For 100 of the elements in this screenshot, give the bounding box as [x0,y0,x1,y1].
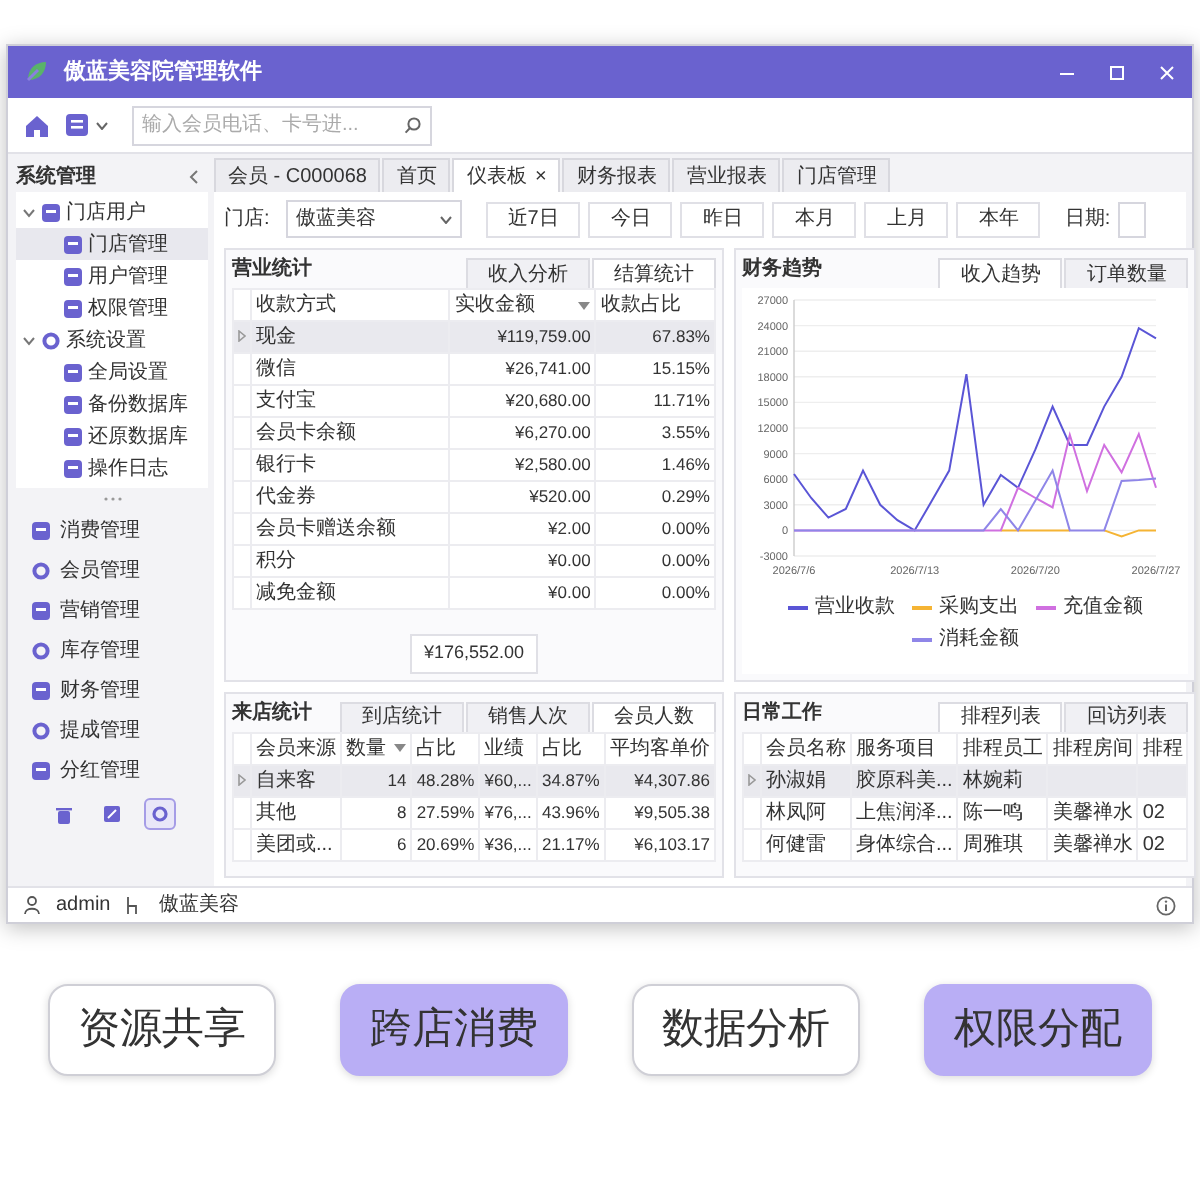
panel-tab[interactable]: 收入趋势 [938,258,1063,288]
chevron-left-icon[interactable] [188,169,200,183]
table-row[interactable]: 孙淑娟 胶原科美... 林婉莉 [743,764,1188,797]
module-item[interactable]: 会员管理 [16,550,208,590]
table-row[interactable]: 现金 ¥119,759.00 67.83% [233,321,715,353]
column-header[interactable]: 排程员工 [957,732,1048,765]
column-header[interactable]: 实收金额 [449,289,596,321]
column-header[interactable]: 平均客单价 [604,732,715,765]
panel-tab[interactable]: 到店统计 [340,701,464,732]
feature-button[interactable]: 跨店消费 [340,984,568,1075]
table-cell: ¥36,... [479,828,537,861]
column-header[interactable]: 占比 [411,732,480,765]
range-button[interactable]: 本月 [772,201,857,237]
table-cell: 银行卡 [251,449,450,481]
tree-item[interactable]: 还原数据库 [16,420,208,452]
panel-tab[interactable]: 收入分析 [466,258,590,288]
tree-item[interactable]: 操作日志 [16,452,208,484]
table-row[interactable]: 会员卡赠送余额 ¥2.00 0.00% [233,513,715,545]
tree-item[interactable]: 门店用户 [16,196,208,228]
module-item[interactable]: 库存管理 [16,630,208,670]
module-item[interactable]: 营销管理 [16,590,208,630]
table-cell: 陈一鸣 [957,796,1048,829]
grip-icon[interactable] [103,496,121,502]
table-cell: 0.00% [595,577,715,609]
chevron-down-icon[interactable] [22,205,36,219]
range-button[interactable]: 本年 [956,201,1041,237]
table-row[interactable]: 会员卡余额 ¥6,270.00 3.55% [233,417,715,449]
table-row[interactable]: 支付宝 ¥20,680.00 11.71% [233,385,715,417]
table-cell: 何健雷 [761,828,851,861]
tree-item[interactable]: 门店管理 [16,228,208,260]
tree-item-label: 系统设置 [66,327,146,355]
column-header[interactable]: 排程房间 [1047,732,1138,765]
toolbar-icon-button[interactable] [144,798,176,830]
document-tab[interactable]: 首页 [382,158,451,192]
table-cell: 0.29% [595,481,715,513]
panel-tab[interactable]: 结算统计 [592,258,716,288]
panel-tab[interactable]: 订单数量 [1064,258,1189,288]
column-header[interactable]: 收款方式 [251,289,450,321]
home-icon[interactable] [24,113,50,137]
search-field[interactable]: 输入会员电话、卡号进... [132,105,432,145]
store-select[interactable]: 傲蓝美容 [285,200,462,238]
close-tab-button[interactable]: × [534,161,547,191]
document-tab[interactable]: 财务报表 [562,158,671,192]
table-row[interactable]: 积分 ¥0.00 0.00% [233,545,715,577]
table-row[interactable]: 何健雷 身体综合... 周雅琪 美馨禅水 02 [743,828,1188,861]
table-row[interactable]: 代金券 ¥520.00 0.29% [233,481,715,513]
module-item[interactable]: 消费管理 [16,510,208,550]
module-label: 财务管理 [60,677,140,705]
table-row[interactable]: 微信 ¥26,741.00 15.15% [233,353,715,385]
table-row[interactable]: 自来客 14 48.28% ¥60,... 34.87% ¥4,307.86 [233,764,715,797]
caret-icon[interactable] [96,121,108,129]
edit-icon [104,806,120,822]
close-icon[interactable] [1158,63,1176,81]
info-icon[interactable] [1156,895,1176,915]
tree-item[interactable]: 系统设置 [16,324,208,356]
column-header[interactable]: 会员名称 [761,732,851,765]
date-field[interactable] [1118,201,1147,237]
table-cell: 其他 [251,796,342,829]
table-row[interactable]: 减免金额 ¥0.00 0.00% [233,577,715,609]
range-button[interactable]: 昨日 [680,201,765,237]
column-header[interactable]: 业绩 [479,732,537,765]
maximize-icon[interactable] [1108,63,1126,81]
range-button[interactable]: 今日 [588,201,673,237]
table-row[interactable]: 银行卡 ¥2,580.00 1.46% [233,449,715,481]
document-tab[interactable]: 会员 - C000068 [214,158,381,192]
column-header[interactable]: 数量 [341,732,412,765]
tree-item[interactable]: 用户管理 [16,260,208,292]
row-pointer-icon [238,330,246,343]
tree-item[interactable]: 全局设置 [16,356,208,388]
range-button[interactable]: 上月 [864,201,949,237]
table-cell: 周雅琪 [957,828,1048,861]
tree-item[interactable]: 权限管理 [16,292,208,324]
range-button[interactable]: 近7日 [485,201,581,237]
module-item[interactable]: 财务管理 [16,670,208,710]
column-header[interactable]: 排程 [1137,732,1188,765]
panel-tab[interactable]: 回访列表 [1064,701,1189,732]
panel-tab[interactable]: 销售人次 [466,701,590,732]
table-row[interactable]: 其他 8 27.59% ¥76,... 43.96% ¥9,505.38 [233,796,715,829]
column-header[interactable]: 会员来源 [251,732,342,765]
tree-item-label: 用户管理 [88,263,168,291]
document-tab[interactable]: 仪表板 × [452,158,561,192]
column-header[interactable]: 服务项目 [851,732,958,765]
module-item[interactable]: 分红管理 [16,750,208,790]
module-label: 营销管理 [60,597,140,625]
table-row[interactable]: 林凤阿 上焦润泽... 陈一鸣 美馨禅水 02 [743,796,1188,829]
chevron-down-icon[interactable] [22,333,36,347]
column-header[interactable]: 占比 [536,732,605,765]
panel-tab[interactable]: 会员人数 [592,701,716,732]
feature-button[interactable]: 权限分配 [924,984,1152,1075]
square-icon[interactable] [66,114,88,136]
table-cell: 美团或... [251,828,342,861]
document-tab[interactable]: 门店管理 [782,158,891,192]
tile-icon [32,521,50,539]
table-row[interactable]: 美团或... 6 20.69% ¥36,... 21.17% ¥6,103.17 [233,828,715,861]
feature-button[interactable]: 数据分析 [632,984,860,1075]
feature-button[interactable]: 资源共享 [48,984,276,1075]
tree-item[interactable]: 备份数据库 [16,388,208,420]
module-item[interactable]: 提成管理 [16,710,208,750]
document-tab[interactable]: 营业报表 [672,158,781,192]
panel-tab[interactable]: 排程列表 [938,701,1063,732]
